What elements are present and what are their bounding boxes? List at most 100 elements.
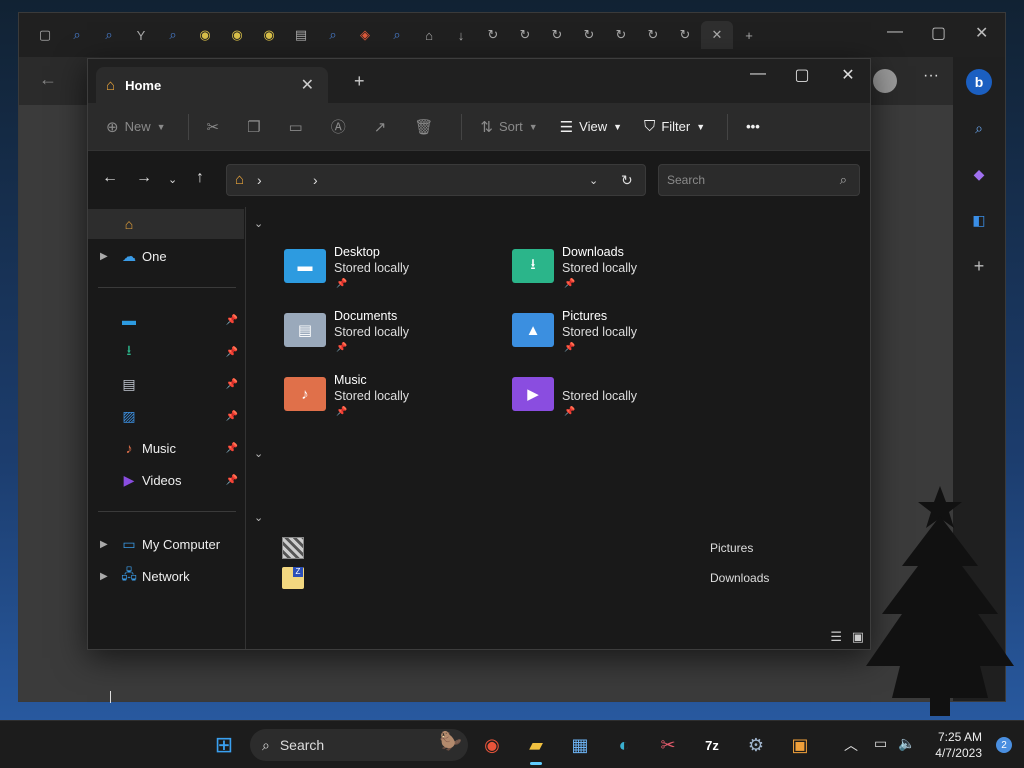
- show-hidden-icons[interactable]: ︿: [844, 735, 858, 755]
- file-explorer-window[interactable]: ⌂ Home ✕ + — ▢ ✕ ⊕ New ▼ ✂ ❐ ▭ Ⓐ ↗ 🗑 ⇅ S…: [87, 58, 871, 703]
- collapse-section-icon[interactable]: ⌄: [254, 217, 263, 230]
- refresh-icon[interactable]: ↻: [621, 172, 633, 189]
- folder-tile-music[interactable]: ♪ Music Stored locally 📌: [284, 373, 494, 429]
- new-button[interactable]: ⊕ New ▼: [106, 111, 166, 143]
- collapse-section-icon[interactable]: ⌄: [254, 447, 263, 460]
- file-explorer-icon[interactable]: ▰: [520, 729, 552, 765]
- clock[interactable]: 7:25 AM 4/7/2023: [935, 729, 982, 761]
- expand-arrow-icon[interactable]: ▶: [100, 571, 108, 582]
- seven-zip-icon[interactable]: 7z: [696, 729, 728, 761]
- folder-tile-videos[interactable]: ▶ Stored locally 📌: [512, 373, 722, 429]
- browser-close-icon[interactable]: ✕: [975, 23, 988, 43]
- close-icon[interactable]: ✕: [828, 65, 868, 85]
- snipping-tool-icon[interactable]: ✂: [652, 729, 684, 761]
- forward-icon[interactable]: →: [136, 169, 152, 187]
- browser-tab[interactable]: ⌕: [317, 21, 349, 49]
- volume-icon[interactable]: 🔈: [898, 735, 915, 752]
- edge-icon[interactable]: ◐: [608, 729, 640, 761]
- share-button[interactable]: ↗: [374, 111, 393, 143]
- address-dropdown-icon[interactable]: ⌄: [589, 174, 598, 187]
- minimize-icon[interactable]: —: [738, 65, 778, 83]
- delete-button[interactable]: 🗑: [414, 111, 439, 143]
- browser-tab[interactable]: ⌂: [413, 21, 445, 49]
- folder-tile-downloads[interactable]: ⭳ Downloads Stored locally 📌: [512, 245, 722, 301]
- nav-item-pictures[interactable]: ▨ 📌: [88, 401, 244, 431]
- browser-tab[interactable]: ⌕: [93, 21, 125, 49]
- browser-tab[interactable]: ⌕: [157, 21, 189, 49]
- browser-tab[interactable]: ↻: [605, 21, 637, 49]
- browser-tab[interactable]: ◉: [189, 21, 221, 49]
- tab-home[interactable]: ⌂ Home ✕: [96, 67, 328, 103]
- rename-button[interactable]: Ⓐ: [331, 111, 352, 143]
- address-bar[interactable]: ⌂ › › ⌄ ↻: [226, 164, 646, 196]
- browser-tab[interactable]: ◈: [349, 21, 381, 49]
- browser-tab[interactable]: ↻: [541, 21, 573, 49]
- profile-avatar[interactable]: [873, 69, 897, 93]
- search-box[interactable]: ⌕: [658, 164, 860, 196]
- browser-menu-icon[interactable]: ···: [923, 67, 939, 85]
- view-button[interactable]: ☰ View ▼: [560, 111, 622, 143]
- add-icon[interactable]: +: [966, 253, 992, 279]
- browser-tab[interactable]: ◉: [253, 21, 285, 49]
- browser-tab[interactable]: ↻: [573, 21, 605, 49]
- folder-tile-pictures[interactable]: ▲ Pictures Stored locally 📌: [512, 309, 722, 365]
- browser-minimize-icon[interactable]: —: [887, 23, 903, 41]
- up-icon[interactable]: ↑: [196, 169, 204, 187]
- browser-tab[interactable]: ↻: [477, 21, 509, 49]
- search-icon[interactable]: ⌕: [966, 115, 992, 141]
- browser-tab[interactable]: ⌕: [381, 21, 413, 49]
- browser-tab[interactable]: Y: [125, 21, 157, 49]
- close-tab-icon[interactable]: ✕: [301, 75, 314, 95]
- search-input[interactable]: [667, 173, 827, 187]
- browser-tab[interactable]: ↻: [669, 21, 701, 49]
- paste-button[interactable]: ▭: [289, 111, 309, 143]
- copilot-icon[interactable]: ◆: [966, 161, 992, 187]
- tab-actions-icon[interactable]: ▢: [29, 21, 61, 49]
- sort-button[interactable]: ⇅ Sort ▼: [480, 111, 537, 143]
- folder-tile-documents[interactable]: ▤ Documents Stored locally 📌: [284, 309, 494, 365]
- nav-item-downloads[interactable]: ⭳ 📌: [88, 337, 244, 367]
- browser-tab-close-icon[interactable]: ✕: [701, 21, 733, 49]
- browser-tab[interactable]: ↻: [637, 21, 669, 49]
- nav-item-desktop[interactable]: ▬ 📌: [88, 305, 244, 335]
- recent-locations-icon[interactable]: ⌄: [168, 173, 177, 186]
- browser-tab[interactable]: ⌕: [61, 21, 93, 49]
- settings-icon[interactable]: ⚙: [740, 729, 772, 761]
- collapse-section-icon[interactable]: ⌄: [254, 511, 263, 524]
- outlook-icon[interactable]: ◧: [966, 207, 992, 233]
- bing-icon[interactable]: b: [966, 69, 992, 95]
- nav-item-network[interactable]: ▶ 🖧 Network: [88, 561, 244, 591]
- nav-item-documents[interactable]: ▤ 📌: [88, 369, 244, 399]
- monitor-icon[interactable]: ▭: [874, 735, 887, 752]
- nav-item-videos[interactable]: ▶ Videos 📌: [88, 465, 244, 495]
- details-view-icon[interactable]: ☰: [830, 629, 842, 644]
- cut-button[interactable]: ✂: [207, 111, 226, 143]
- browser-tab[interactable]: ▤: [285, 21, 317, 49]
- store-icon[interactable]: ▣: [784, 729, 816, 761]
- recent-file-row[interactable]: Z Downloads: [282, 567, 769, 591]
- filter-button[interactable]: ⛉ Filter ▼: [644, 111, 705, 143]
- nav-item-home[interactable]: ⌂: [88, 209, 244, 239]
- browser-maximize-icon[interactable]: ▢: [931, 23, 946, 43]
- nav-item-music[interactable]: ♪ Music 📌: [88, 433, 244, 463]
- maximize-icon[interactable]: ▢: [782, 65, 822, 85]
- new-tab-icon[interactable]: +: [733, 21, 765, 49]
- chrome-icon[interactable]: ◉: [476, 729, 508, 761]
- copy-button[interactable]: ❐: [247, 111, 266, 143]
- folder-tile-desktop[interactable]: ▬ Desktop Stored locally 📌: [284, 245, 494, 301]
- see-more-button[interactable]: •••: [746, 111, 760, 143]
- expand-arrow-icon[interactable]: ▶: [100, 539, 108, 550]
- start-icon[interactable]: ⊞: [208, 729, 240, 761]
- new-tab-icon[interactable]: +: [354, 71, 365, 92]
- nav-item-my-computer[interactable]: ▶ ▭ My Computer: [88, 529, 244, 559]
- browser-back-icon[interactable]: ←: [39, 69, 57, 90]
- breadcrumb-separator-icon[interactable]: ›: [257, 172, 262, 188]
- back-icon[interactable]: ←: [102, 169, 118, 187]
- notification-badge[interactable]: 2: [996, 737, 1012, 753]
- recent-file-row[interactable]: Pictures: [282, 537, 753, 561]
- browser-tab[interactable]: ↓: [445, 21, 477, 49]
- expand-arrow-icon[interactable]: ▶: [100, 251, 108, 262]
- task-manager-icon[interactable]: ▦: [564, 729, 596, 761]
- breadcrumb-separator-icon[interactable]: ›: [313, 172, 318, 188]
- browser-tab[interactable]: ↻: [509, 21, 541, 49]
